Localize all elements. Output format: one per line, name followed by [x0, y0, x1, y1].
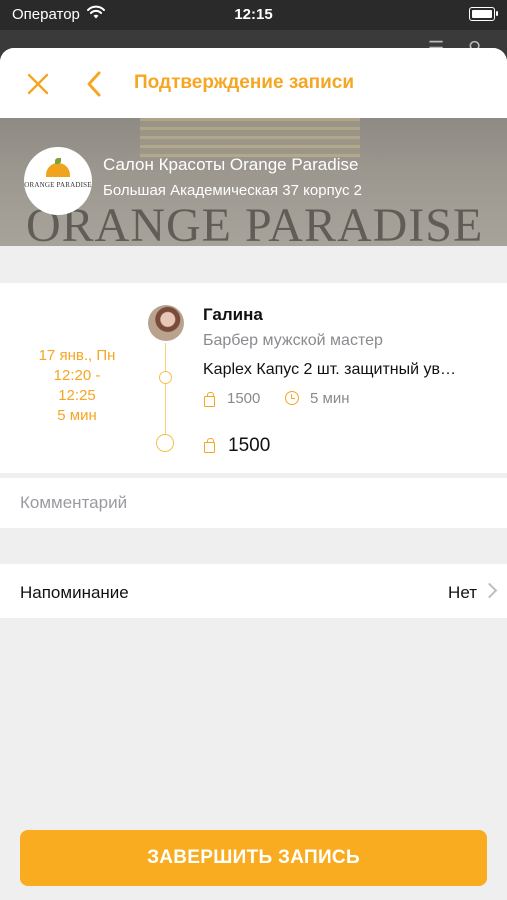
booking-duration: 5 мин [57, 407, 97, 424]
avatar [148, 305, 184, 341]
confirmation-sheet: Подтверждение записи ORANGE PARADISE ORA… [0, 48, 507, 900]
total-price: 1500 [228, 435, 271, 456]
logo-leaf-icon [55, 158, 61, 164]
booking-time-start: 12:20 - [53, 367, 101, 384]
reminder-value: Нет [448, 583, 477, 602]
price-tag-icon [203, 392, 215, 407]
comment-input[interactable] [20, 490, 490, 516]
page-title: Подтверждение записи [134, 72, 354, 93]
booking-details: 17 янв., Пн 12:20 - 12:25 5 мин Галина Б… [0, 283, 507, 473]
back-chevron-icon[interactable] [82, 68, 106, 100]
booking-date: 17 янв., Пн [38, 347, 116, 364]
total-price-icon [203, 438, 215, 453]
salon-name: Салон Красоты Orange Paradise [103, 155, 359, 174]
service-price: 1500 [227, 390, 261, 407]
service-duration: 5 мин [310, 390, 350, 407]
reminder-label: Напоминание [20, 583, 129, 602]
service-name: Kaplex Капус 2 шт. защитный ув… [203, 361, 457, 378]
banner-stairs-decoration [140, 118, 360, 158]
reminder-row[interactable]: Напоминание Нет [0, 564, 507, 618]
finish-booking-button[interactable]: ЗАВЕРШИТЬ ЗАПИСЬ [20, 830, 487, 886]
salon-logo: ORANGE PARADISE [24, 147, 92, 215]
salon-header: ORANGE PARADISE ORANGE PARADISE Салон Кр… [0, 118, 507, 246]
master-role: Барбер мужской мастер [203, 332, 383, 349]
status-bar: Оператор 12:15 [0, 0, 507, 30]
master-name: Галина [203, 305, 263, 324]
clock-icon [285, 391, 299, 405]
timeline-dot [159, 371, 172, 384]
logo-dome-icon [46, 163, 70, 177]
nav-bar: Подтверждение записи [0, 48, 507, 118]
close-icon[interactable] [24, 70, 52, 98]
salon-address: Большая Академическая 37 корпус 2 [103, 182, 363, 199]
booking-time-end: 12:25 [58, 387, 96, 404]
booking-datetime: 17 янв., Пн 12:20 - 12:25 5 мин [18, 346, 136, 426]
comment-row [0, 478, 507, 528]
timeline-end-dot [156, 434, 174, 452]
logo-text: ORANGE PARADISE [24, 181, 92, 189]
battery-icon [469, 7, 498, 21]
chevron-right-icon [481, 582, 498, 599]
banner-background-text: ORANGE PARADISE [26, 199, 484, 246]
clock-time: 12:15 [234, 6, 273, 23]
timeline-line [165, 343, 166, 443]
